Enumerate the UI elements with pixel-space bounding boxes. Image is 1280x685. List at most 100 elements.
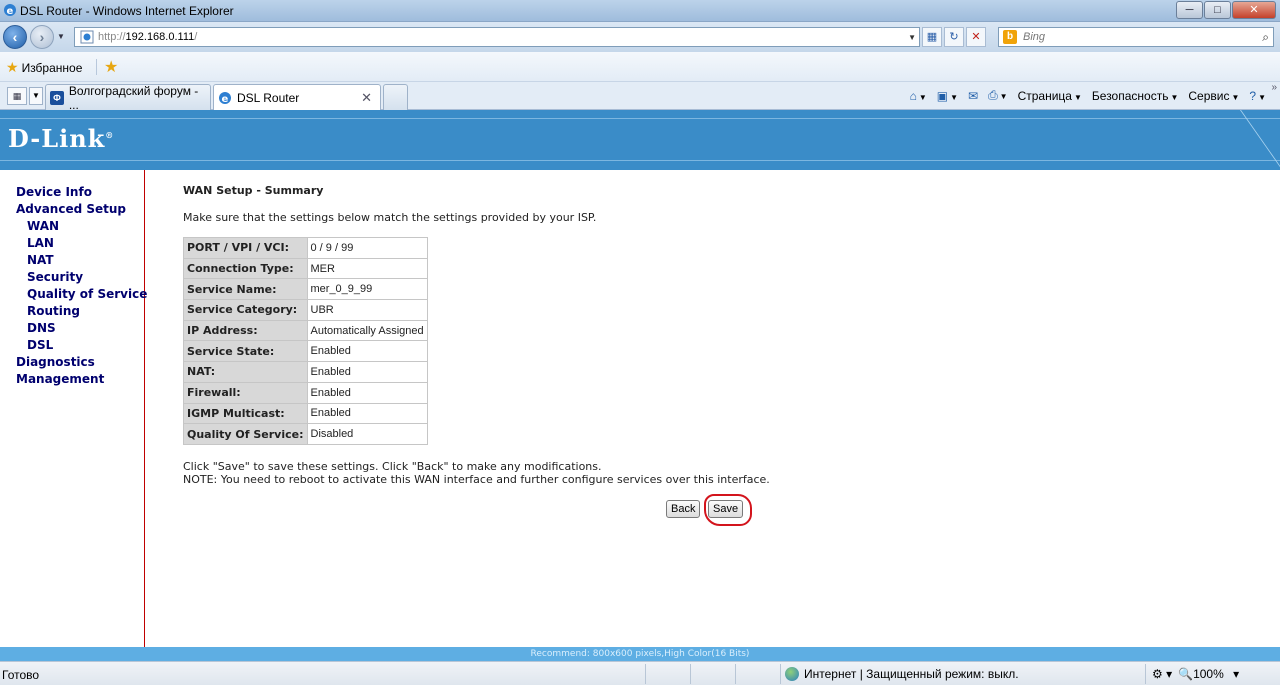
address-toolbar: ‹ › ▼ http://192.168.0.111/ ▼ ▦ ↻ ✕ b Bi…	[0, 22, 1280, 52]
sidebar-item-management[interactable]: Management	[16, 372, 104, 386]
feeds-icon[interactable]: ▣ ▼	[937, 89, 958, 103]
search-placeholder: Bing	[1023, 31, 1046, 43]
window-title-bar: e DSL Router - Windows Internet Explorer…	[0, 0, 1280, 22]
svg-text:e: e	[7, 6, 14, 17]
table-row: NAT: Enabled	[183, 361, 428, 383]
banner-decoration	[1240, 110, 1280, 170]
row-key: IP Address:	[183, 319, 308, 342]
row-value: 0 / 9 / 99	[306, 237, 428, 259]
tab-dsl-router[interactable]: e DSL Router ✕	[213, 84, 381, 110]
stop-icon[interactable]: ✕	[966, 27, 986, 47]
back-button-page[interactable]: Back	[666, 500, 701, 518]
tab-label: DSL Router	[237, 90, 300, 105]
row-key: Quality Of Service:	[183, 423, 308, 445]
close-tab-icon[interactable]: ✕	[361, 90, 372, 106]
tools-menu[interactable]: Сервис ▼	[1188, 89, 1239, 103]
row-value: Automatically Assigned	[306, 319, 428, 342]
quick-tabs-icon[interactable]: ▦	[7, 87, 27, 105]
row-key: PORT / VPI / VCI:	[183, 237, 308, 259]
ie-page-icon: e	[219, 91, 231, 105]
safety-menu[interactable]: Безопасность ▼	[1092, 89, 1178, 103]
favorites-bar: ★ Избранное ★	[0, 52, 1280, 82]
sidebar-item-dsl[interactable]: DSL	[27, 338, 53, 352]
star-icon: ★	[6, 59, 19, 75]
page-title: WAN Setup - Summary	[183, 184, 324, 197]
search-icon[interactable]: ⌕	[1262, 30, 1269, 45]
tab-bar: ▦ ▼ Ф Волгоградский форум - ... e DSL Ro…	[0, 82, 1280, 112]
favorites-button[interactable]: ★ Избранное	[6, 59, 82, 76]
sidebar-item-dns[interactable]: DNS	[27, 321, 56, 335]
red-highlight-circle	[704, 494, 752, 526]
intro-text: Make sure that the settings below match …	[183, 211, 597, 224]
row-key: NAT:	[183, 361, 308, 383]
compatibility-view-icon[interactable]: ▦	[922, 27, 942, 47]
forward-button[interactable]: ›	[30, 25, 54, 49]
row-value: MER	[306, 257, 428, 280]
row-value: UBR	[306, 299, 428, 321]
url-protocol: http://	[98, 31, 126, 43]
home-icon[interactable]: ⌂ ▼	[910, 89, 927, 103]
close-window-button[interactable]: ✕	[1232, 1, 1276, 19]
row-value: mer_0_9_99	[306, 278, 428, 301]
zoom-control[interactable]: 🔍100% ▾	[1178, 667, 1239, 681]
reboot-note: NOTE: You need to reboot to activate thi…	[183, 473, 770, 486]
status-bar: Готово Интернет | Защищенный режим: выкл…	[0, 661, 1280, 685]
sidebar-nav: Device Info Advanced Setup WAN LAN NAT S…	[0, 170, 147, 647]
page-menu[interactable]: Страница ▼	[1018, 89, 1082, 103]
sidebar-item-routing[interactable]: Routing	[27, 304, 80, 318]
sidebar-item-lan[interactable]: LAN	[27, 236, 54, 250]
sidebar-item-nat[interactable]: NAT	[27, 253, 54, 267]
table-row: PORT / VPI / VCI: 0 / 9 / 99	[183, 237, 428, 259]
mail-icon[interactable]: ✉	[968, 89, 978, 103]
row-key: Firewall:	[183, 381, 308, 404]
row-value: Enabled	[306, 402, 428, 425]
table-row: IP Address: Automatically Assigned	[183, 319, 428, 342]
print-icon[interactable]: ⎙ ▼	[988, 88, 1008, 103]
sidebar-item-qos[interactable]: Quality of Service	[27, 287, 147, 301]
table-row: Quality Of Service: Disabled	[183, 423, 428, 445]
command-bar: ⌂ ▼ ▣ ▼ ✉ ⎙ ▼ Страница ▼ Безопасность ▼ Серви…	[900, 88, 1266, 103]
help-icon[interactable]: ? ▼	[1249, 89, 1266, 103]
add-favorite-icon[interactable]: ★	[104, 57, 118, 77]
instruction-text: Click "Save" to save these settings. Cli…	[183, 460, 602, 473]
tab-volgograd-forum[interactable]: Ф Волгоградский форум - ...	[45, 84, 211, 112]
page-icon	[80, 30, 94, 44]
history-dropdown-icon[interactable]: ▼	[57, 32, 65, 41]
sidebar-item-advanced-setup[interactable]: Advanced Setup	[16, 202, 126, 216]
row-value: Enabled	[306, 381, 428, 404]
table-row: IGMP Multicast: Enabled	[183, 402, 428, 425]
search-input[interactable]: b Bing ⌕	[998, 27, 1274, 47]
table-row: Service State: Enabled	[183, 340, 428, 363]
dlink-banner: D-Link®	[0, 110, 1280, 170]
minimize-button[interactable]: ─	[1176, 1, 1203, 19]
sidebar-item-diagnostics[interactable]: Diagnostics	[16, 355, 95, 369]
zone-text: Интернет | Защищенный режим: выкл.	[804, 667, 1019, 681]
row-key: Service State:	[183, 340, 308, 363]
status-text: Готово	[2, 668, 40, 682]
svg-text:e: e	[222, 94, 229, 105]
row-value: Enabled	[306, 340, 428, 363]
address-dropdown-icon[interactable]: ▼	[908, 33, 916, 42]
new-tab-button[interactable]	[383, 84, 408, 110]
address-input[interactable]: http://192.168.0.111/ ▼	[74, 27, 920, 47]
row-key: Connection Type:	[183, 257, 308, 280]
recommend-footer: Recommend: 800x600 pixels,High Color(16 …	[0, 647, 1280, 661]
forum-favicon-icon: Ф	[50, 90, 64, 105]
maximize-button[interactable]: □	[1204, 1, 1231, 19]
back-button[interactable]: ‹	[3, 25, 27, 49]
security-zone[interactable]: Интернет | Защищенный режим: выкл.	[785, 667, 1019, 681]
sidebar-item-security[interactable]: Security	[27, 270, 83, 284]
dlink-logo: D-Link®	[8, 124, 115, 153]
tab-list-icon[interactable]: ▼	[29, 87, 43, 105]
url-path: /	[194, 31, 198, 43]
add-ons-icon[interactable]: ⚙ ▾	[1152, 667, 1172, 681]
table-row: Firewall: Enabled	[183, 381, 428, 404]
sidebar-item-device-info[interactable]: Device Info	[16, 185, 92, 199]
refresh-icon[interactable]: ↻	[944, 27, 964, 47]
chevron-more-icon[interactable]: »	[1271, 82, 1277, 93]
sidebar-item-wan[interactable]: WAN	[27, 219, 59, 233]
row-value: Disabled	[306, 423, 428, 445]
table-row: Connection Type: MER	[183, 257, 428, 280]
row-key: IGMP Multicast:	[183, 402, 308, 425]
window-title: DSL Router - Windows Internet Explorer	[20, 4, 234, 18]
